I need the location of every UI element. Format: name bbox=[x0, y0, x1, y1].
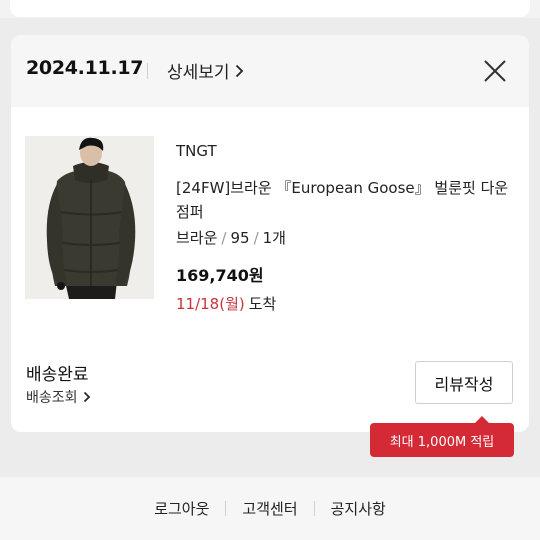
order-card-header: 2024.11.17 상세보기 bbox=[11, 35, 529, 107]
option-quantity: 1개 bbox=[262, 229, 286, 247]
tracking-link[interactable]: 배송조회 bbox=[26, 387, 91, 407]
notice-link[interactable]: 공지사항 bbox=[315, 498, 402, 519]
reward-tooltip: 최대 1,000M 적립 bbox=[370, 416, 514, 457]
arrival-label: 도착 bbox=[248, 295, 277, 313]
order-date: 2024.11.17 bbox=[26, 57, 144, 79]
delivery-status: 배송완료 bbox=[26, 365, 89, 385]
product-image[interactable] bbox=[25, 136, 154, 299]
product-brand: TNGT bbox=[176, 142, 217, 160]
order-card: 2024.11.17 상세보기 TNGT [24FW]브라운 『European… bbox=[11, 35, 529, 432]
logout-link[interactable]: 로그아웃 bbox=[138, 498, 225, 519]
chevron-right-icon bbox=[235, 64, 243, 77]
footer-links: 로그아웃 고객센터 공지사항 bbox=[0, 477, 540, 540]
product-options: 브라운/95/1개 bbox=[176, 227, 286, 248]
write-review-button[interactable]: 리뷰작성 bbox=[415, 361, 513, 404]
tracking-label: 배송조회 bbox=[26, 390, 78, 406]
product-name[interactable]: [24FW]브라운 『European Goose』 벌룬핏 다운 점퍼 bbox=[176, 176, 511, 224]
product-price: 169,740원 bbox=[176, 266, 264, 285]
reward-tooltip-text: 최대 1,000M 적립 bbox=[389, 434, 495, 450]
chevron-right-icon bbox=[83, 391, 90, 403]
option-size: 95 bbox=[230, 229, 250, 247]
option-separator: / bbox=[221, 229, 227, 247]
header-divider bbox=[147, 63, 148, 79]
view-details-link[interactable]: 상세보기 bbox=[167, 58, 244, 83]
arrival-date: 11/18(월) bbox=[176, 295, 245, 313]
top-bar bbox=[0, 0, 540, 18]
view-details-label: 상세보기 bbox=[167, 63, 230, 83]
previous-card-edge bbox=[10, 0, 530, 17]
option-separator: / bbox=[253, 229, 259, 247]
arrival-info: 11/18(월) 도착 bbox=[176, 293, 276, 314]
product-photo bbox=[25, 136, 154, 299]
option-color: 브라운 bbox=[176, 229, 218, 247]
close-icon[interactable] bbox=[481, 57, 509, 85]
customer-center-link[interactable]: 고객센터 bbox=[226, 498, 313, 519]
